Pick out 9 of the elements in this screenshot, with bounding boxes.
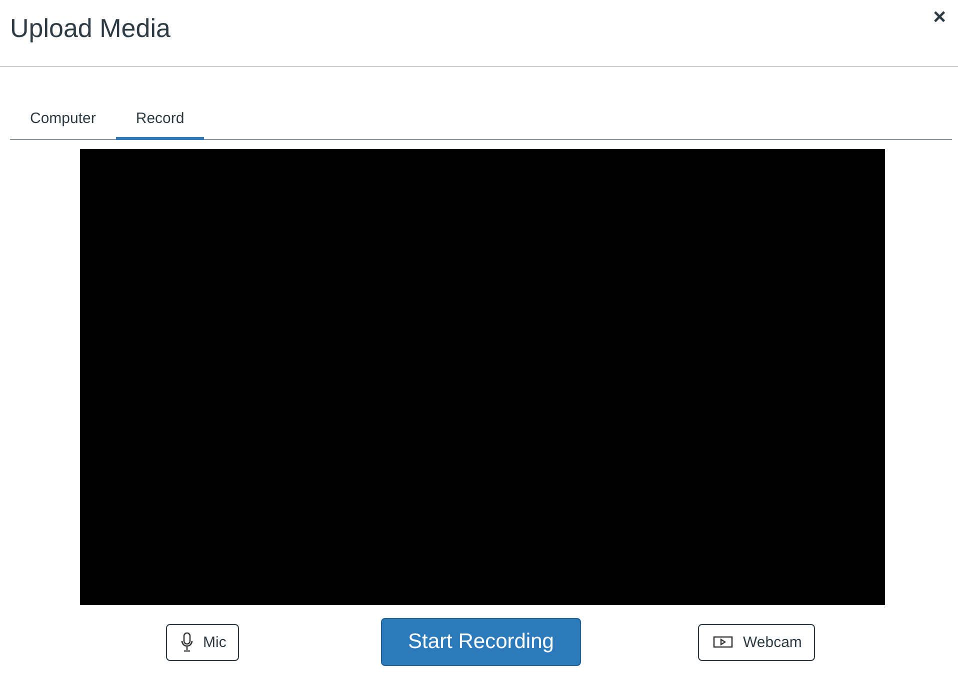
start-recording-button[interactable]: Start Recording — [381, 618, 581, 666]
mic-button[interactable]: Mic — [166, 624, 240, 660]
tab[interactable]: Computer — [10, 99, 116, 140]
close-button[interactable]: × — [933, 4, 946, 30]
microphone-icon — [181, 632, 193, 652]
webcam-button[interactable]: Webcam — [698, 624, 815, 660]
video-icon — [713, 635, 733, 649]
tab[interactable]: Record — [116, 99, 204, 140]
dialog-title: Upload Media — [10, 12, 170, 44]
